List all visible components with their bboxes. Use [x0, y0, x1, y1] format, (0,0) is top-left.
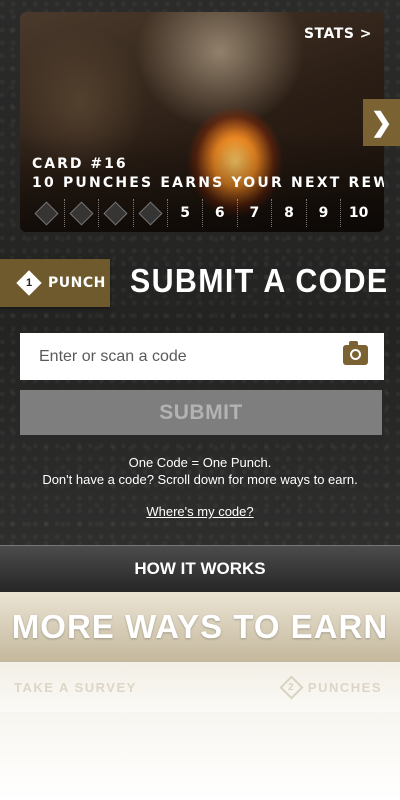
punched-diamond-icon [138, 200, 163, 226]
punch-slot-7: 7 [238, 199, 273, 227]
survey-punch-label: PUNCHES [307, 679, 382, 695]
punch-slot-9: 9 [307, 199, 342, 227]
punch-slot-10: 10 [348, 205, 369, 221]
punch-slot-5: 5 [168, 199, 203, 227]
punch-card: STATS > CARD #16 10 PUNCHES EARNS YOUR N… [20, 12, 384, 232]
punch-diamond-icon: 2 [279, 674, 304, 700]
code-input-container [20, 333, 384, 380]
card-number: CARD #16 [32, 156, 128, 172]
submit-button[interactable]: SUBMIT [20, 390, 382, 435]
punch-diamond-icon: 1 [16, 270, 42, 296]
survey-punches: 2 PUNCHES [279, 674, 382, 700]
how-it-works-button[interactable]: HOW IT WORKS [0, 545, 400, 592]
info-line-1: One Code = One Punch. [128, 455, 272, 470]
punched-diamond-icon [103, 200, 129, 226]
bottom-fade [0, 712, 400, 800]
punch-slot-3 [99, 199, 134, 227]
punch-slot-4 [134, 199, 169, 227]
punched-diamond-icon [34, 200, 59, 226]
badge-number: 1 [25, 277, 33, 289]
survey-label: TAKE A SURVEY [14, 679, 137, 695]
badge-label: PUNCH [48, 275, 106, 291]
punch-slot-6: 6 [203, 199, 238, 227]
punched-diamond-icon [69, 200, 94, 226]
info-text: One Code = One Punch. Don't have a code?… [0, 454, 400, 488]
survey-punch-count: 2 [287, 681, 295, 693]
stats-link[interactable]: STATS > [304, 26, 372, 42]
take-a-survey-row[interactable]: TAKE A SURVEY 2 PUNCHES [0, 662, 400, 712]
chevron-right-icon: ❯ [370, 107, 393, 137]
punch-slot-2 [65, 199, 100, 227]
more-ways-to-earn-heading: MORE WAYS TO EARN [0, 592, 400, 662]
camera-icon[interactable] [343, 341, 368, 365]
next-card-button[interactable]: ❯ [363, 99, 400, 146]
card-tagline: 10 PUNCHES EARNS YOUR NEXT REWARD [32, 175, 384, 191]
page-title: SUBMIT A CODE [130, 262, 389, 299]
wheres-my-code-link[interactable]: Where's my code? [0, 504, 400, 519]
punch-slot-8: 8 [272, 199, 307, 227]
punch-row: 5 6 7 8 9 10 [30, 199, 376, 227]
info-line-2: Don't have a code? Scroll down for more … [42, 472, 358, 487]
code-input[interactable] [20, 334, 320, 379]
punch-value-badge: 1 PUNCH [0, 259, 110, 307]
punch-slot-1 [30, 199, 65, 227]
